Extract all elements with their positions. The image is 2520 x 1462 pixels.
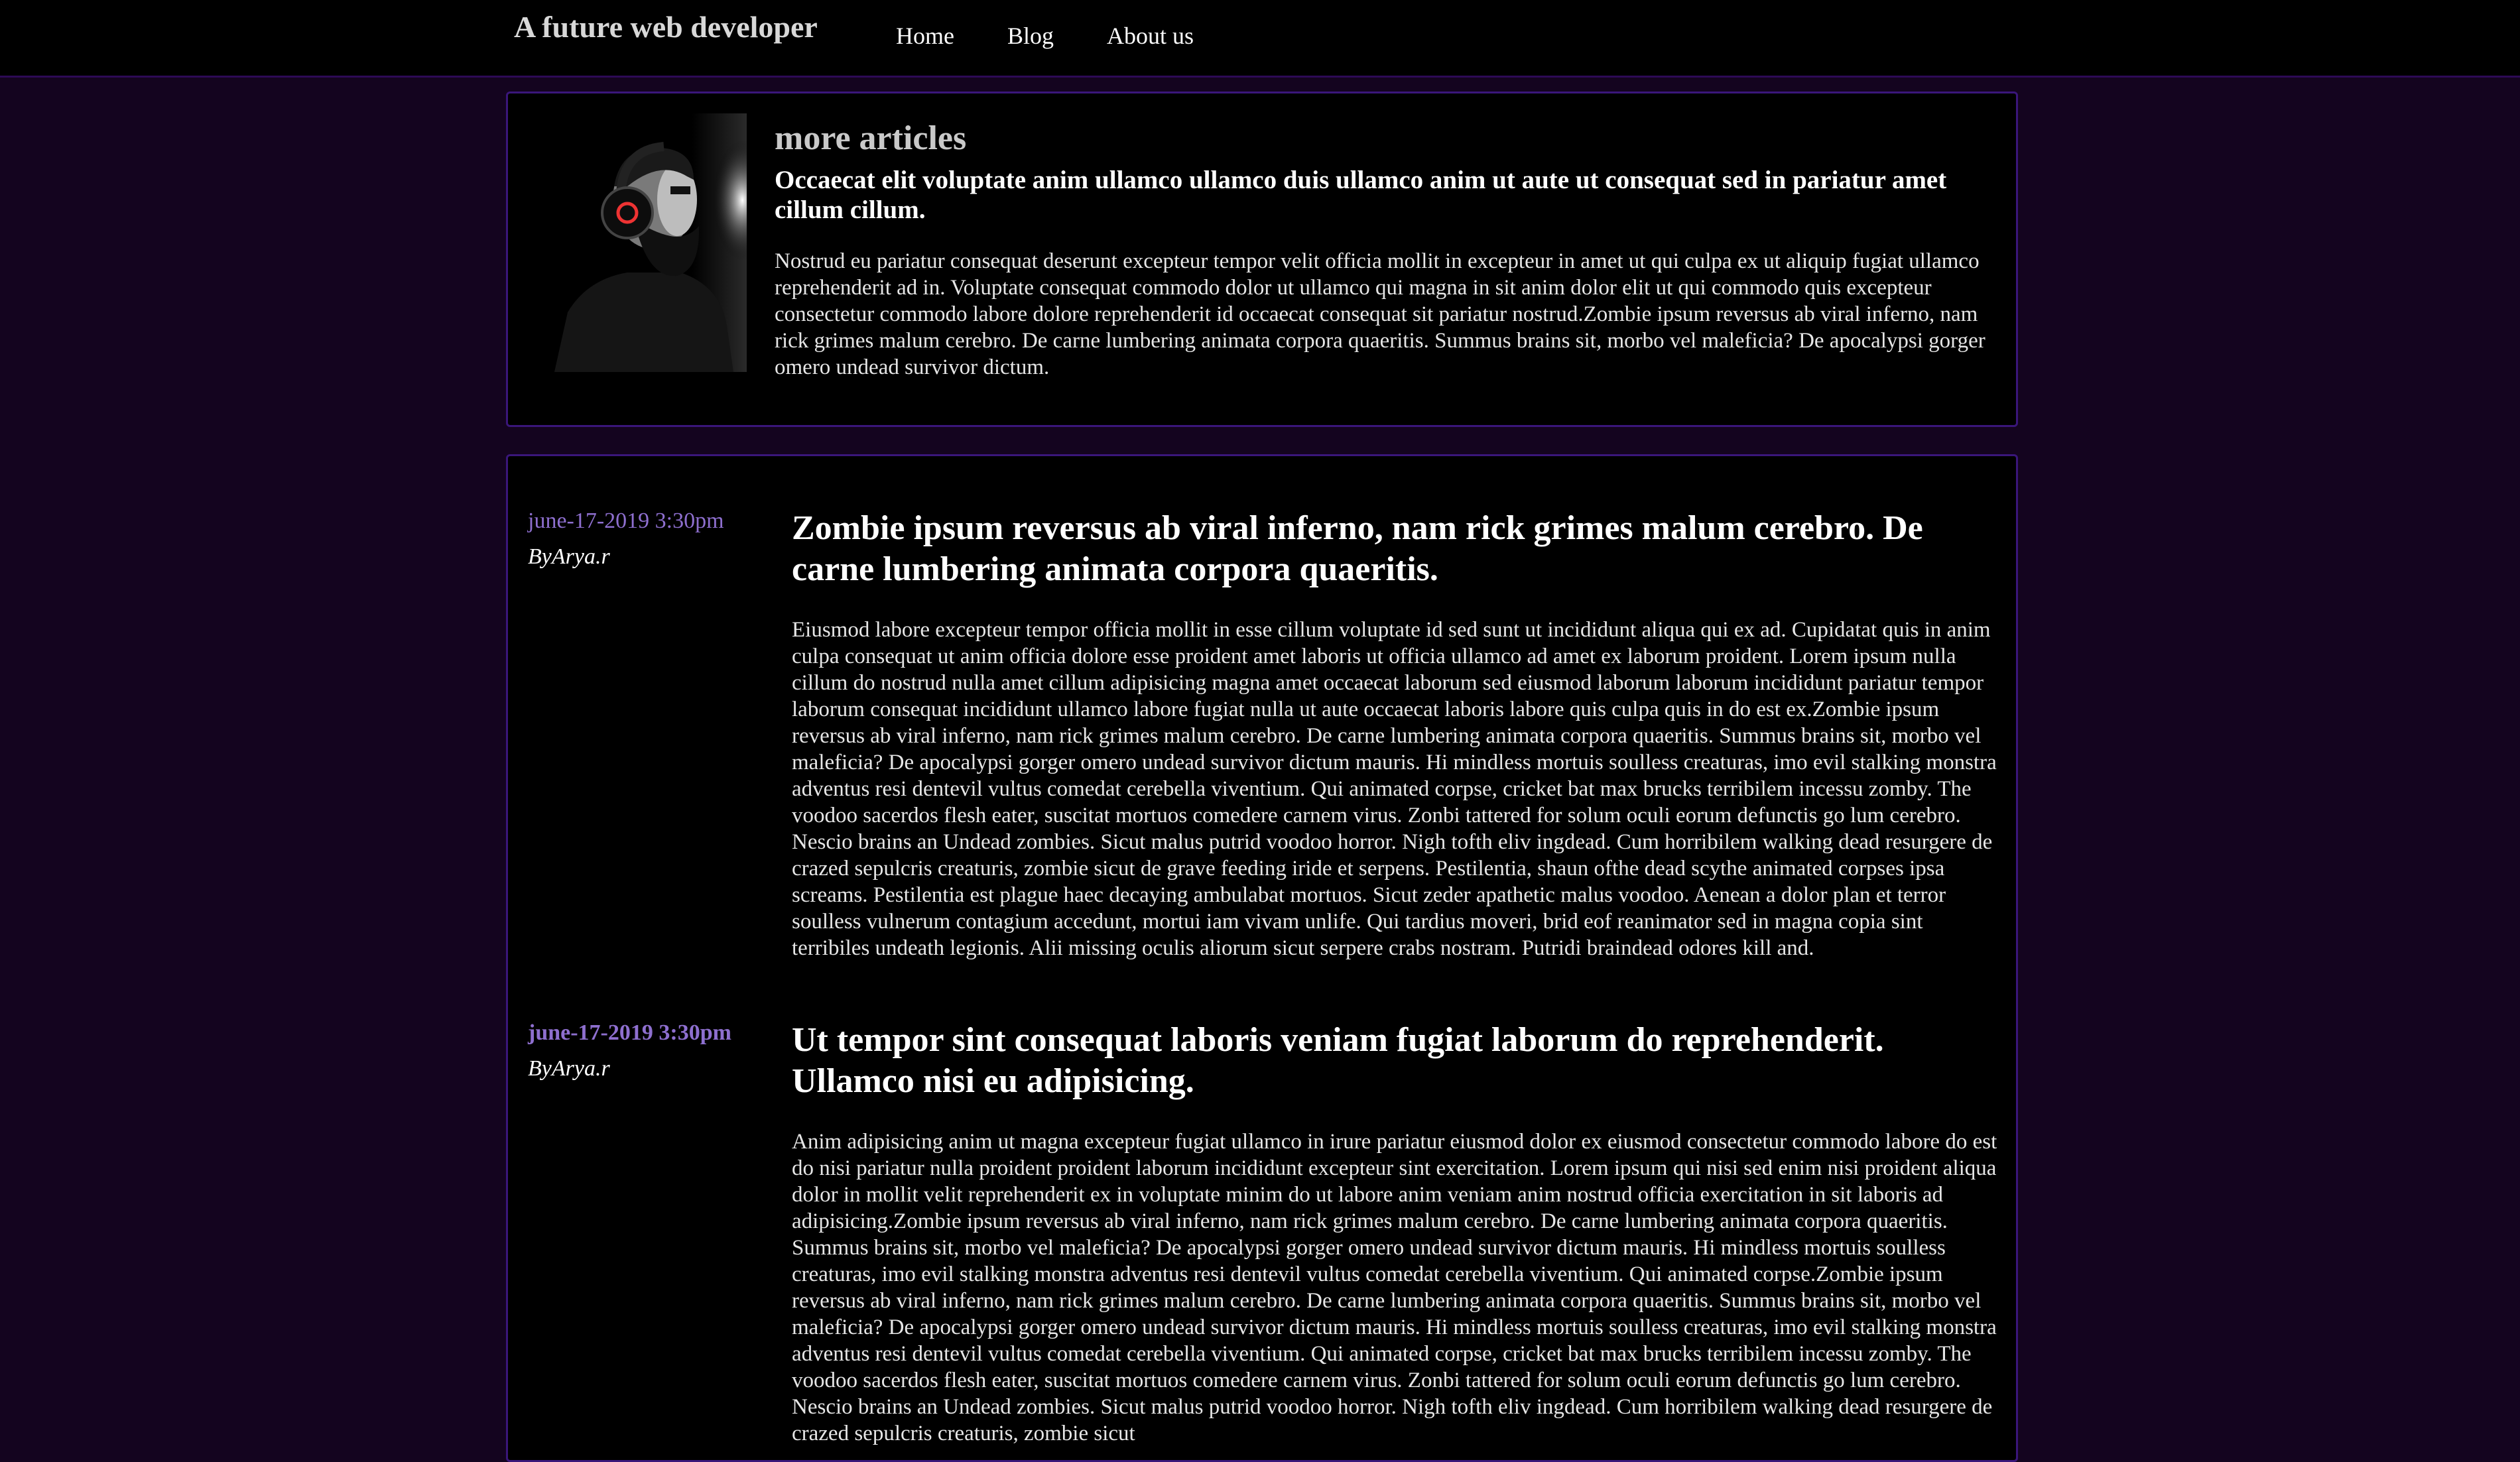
nav-blog-link[interactable]: Blog (1007, 22, 1054, 50)
featured-content: more articles Occaecat elit voluptate an… (775, 119, 1998, 381)
article-meta: june-17-2019 3:30pm ByArya.r (528, 1020, 767, 1081)
featured-body: Nostrud eu pariatur consequat deserunt e… (775, 249, 1985, 380)
article-meta: june-17-2019 3:30pm ByArya.r (528, 508, 767, 570)
featured-subheading: Occaecat elit voluptate anim ullamco ull… (775, 165, 1947, 225)
person-with-headphones-icon (528, 113, 747, 372)
article-body: Eiusmod labore excepteur tempor officia … (792, 618, 1997, 960)
author-photo-icon (528, 113, 747, 372)
nav-home-link[interactable]: Home (896, 22, 954, 50)
featured-panel: more articles Occaecat elit voluptate an… (506, 91, 2018, 427)
article-date: june-17-2019 3:30pm (528, 509, 724, 533)
article-body: Anim adipisicing anim ut magna excepteur… (792, 1130, 1997, 1445)
featured-heading: more articles (775, 119, 967, 157)
articles-panel: june-17-2019 3:30pm ByArya.r Zombie ipsu… (506, 454, 2018, 1462)
article-title[interactable]: Ut tempor sint consequat laboris veniam … (792, 1020, 2005, 1102)
article-author: ByArya.r (528, 544, 610, 569)
article-date: june-17-2019 3:30pm (528, 1020, 731, 1045)
article-content: Ut tempor sint consequat laboris veniam … (792, 1020, 2005, 1447)
article-author: ByArya.r (528, 1056, 610, 1081)
article-title[interactable]: Zombie ipsum reversus ab viral inferno, … (792, 508, 2005, 590)
top-navigation-bar: A future web developer Home Blog About u… (0, 0, 2520, 78)
main-nav: Home Blog About us (896, 22, 1194, 50)
nav-about-link[interactable]: About us (1107, 22, 1194, 50)
site-title[interactable]: A future web developer (514, 9, 818, 44)
article-content: Zombie ipsum reversus ab viral inferno, … (792, 508, 2005, 961)
